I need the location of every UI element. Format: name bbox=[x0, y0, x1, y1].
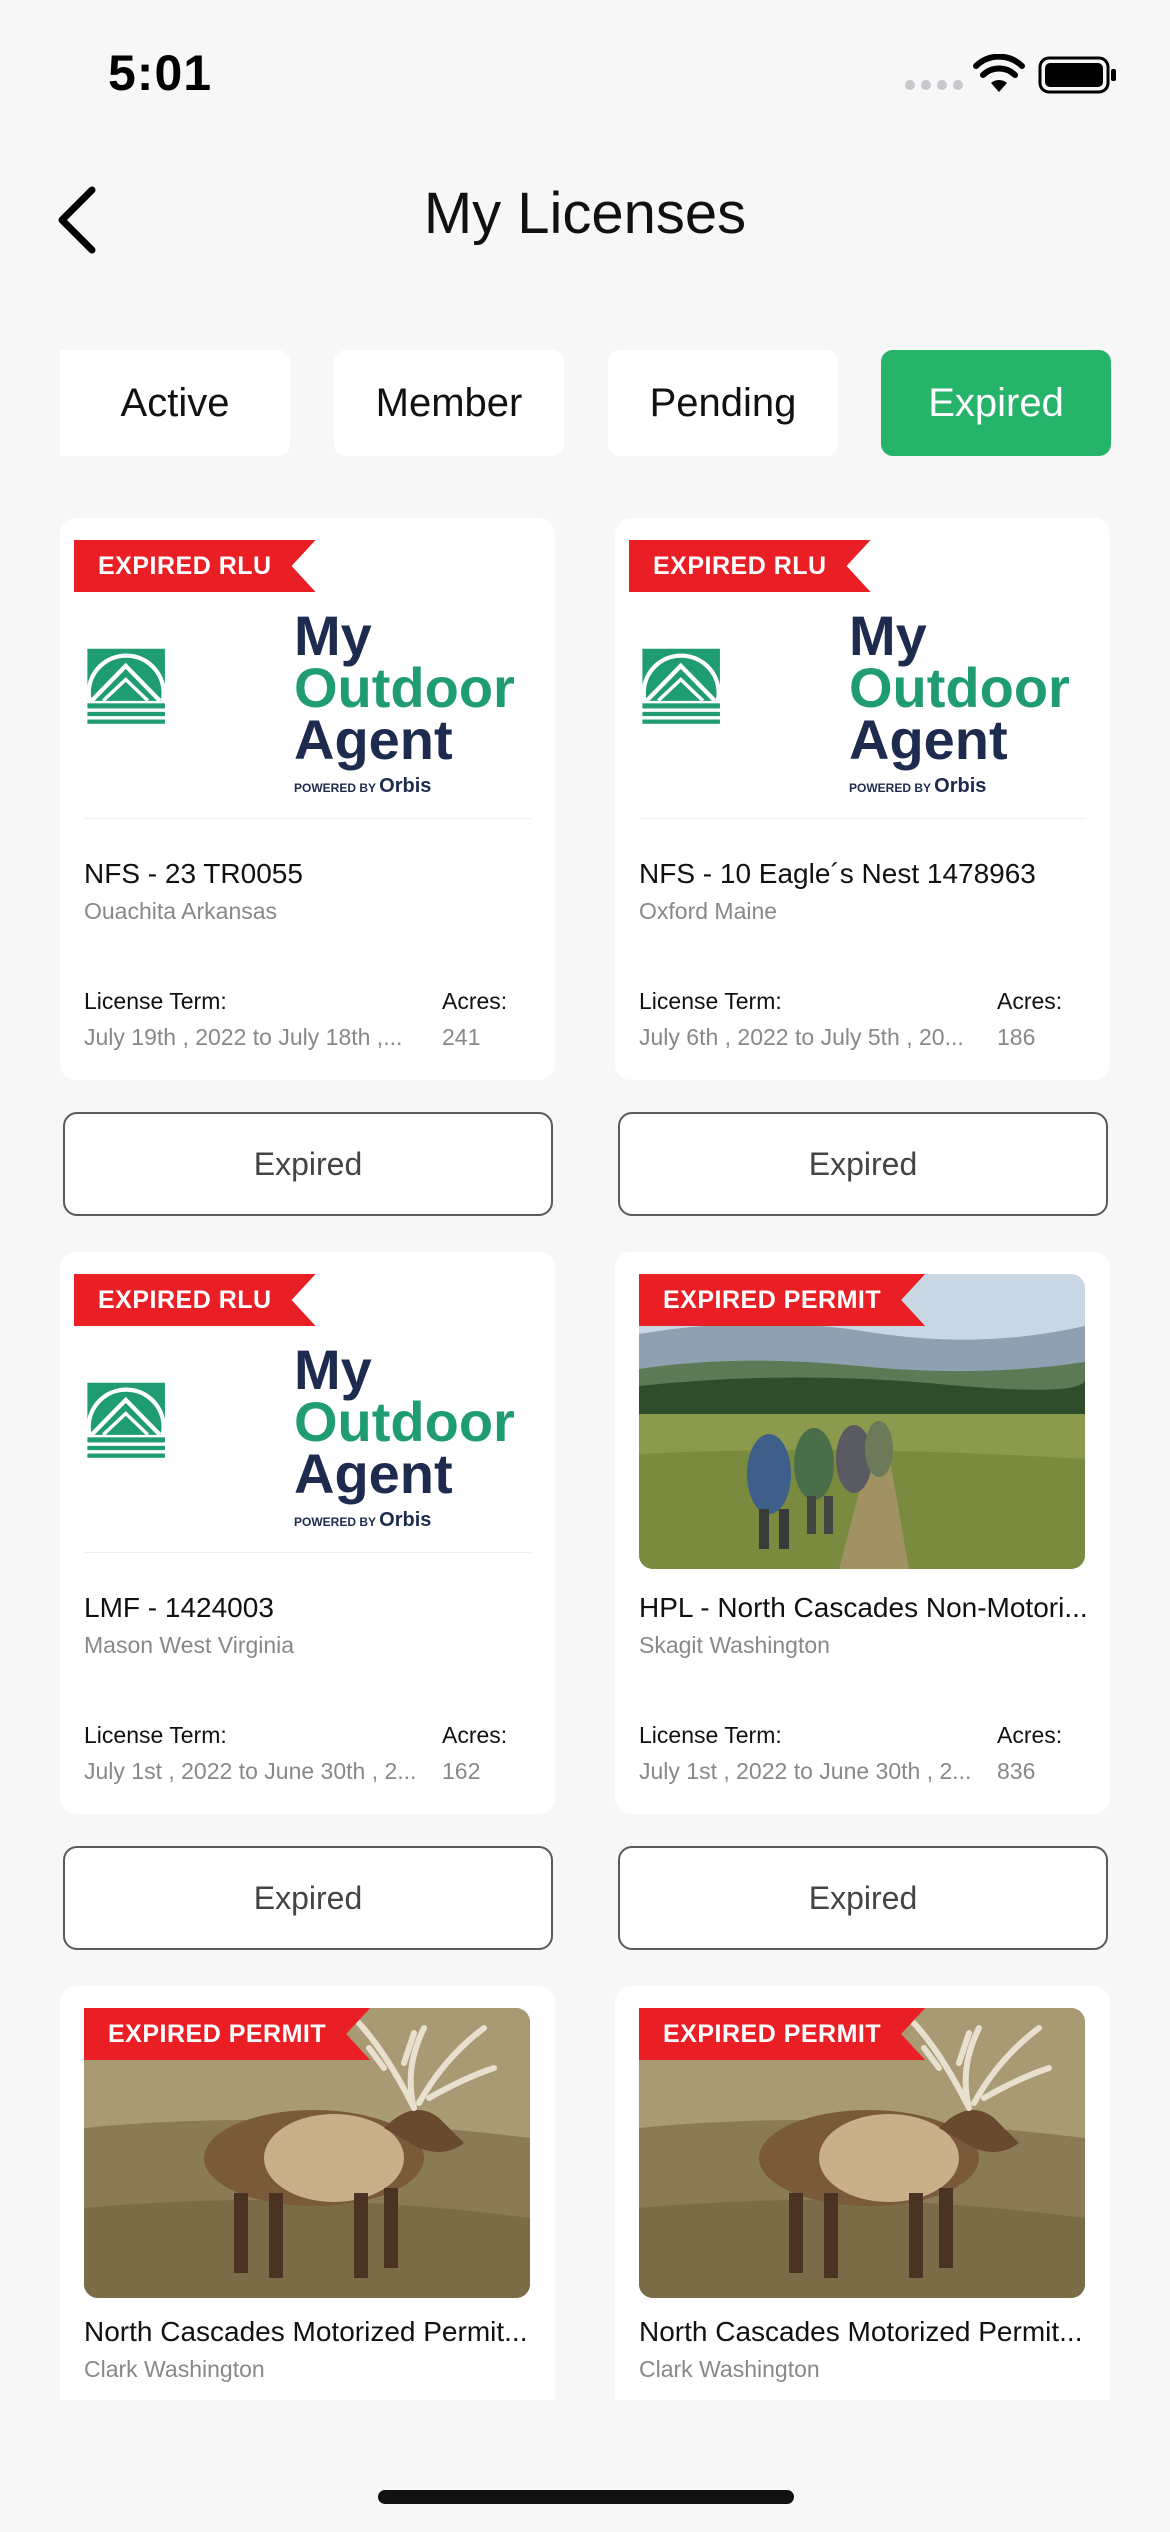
license-term-label: License Term: bbox=[639, 1722, 782, 1748]
expired-ribbon: EXPIRED RLU bbox=[74, 540, 316, 592]
license-term-label: License Term: bbox=[84, 988, 227, 1014]
license-card[interactable]: EXPIRED PERMIT North Cascades Motorized … bbox=[615, 1986, 1110, 2400]
license-card[interactable]: My Outdoor Agent POWERED BY Orbis EXPIRE… bbox=[615, 518, 1110, 1080]
tab-pending[interactable]: Pending bbox=[608, 350, 838, 456]
logo-text-outdoor: Outdoor bbox=[294, 1390, 515, 1453]
logo-text-my: My bbox=[294, 604, 372, 667]
card-location: Clark Washington bbox=[84, 2356, 265, 2382]
acres-value: 186 bbox=[997, 1024, 1036, 1050]
divider bbox=[639, 818, 1086, 819]
card-title: North Cascades Motorized Permit... bbox=[84, 2316, 528, 2347]
logo-powered-by: POWERED BY bbox=[294, 1515, 376, 1529]
logo-brand: Orbis bbox=[379, 1509, 432, 1531]
acres-label: Acres: bbox=[997, 988, 1063, 1014]
navigation-header: My Licenses bbox=[0, 150, 1170, 280]
expired-status-button[interactable]: Expired bbox=[63, 1846, 553, 1950]
expired-status-button[interactable]: Expired bbox=[618, 1112, 1108, 1216]
card-location: Mason West Virginia bbox=[84, 1632, 295, 1658]
expired-ribbon: EXPIRED PERMIT bbox=[639, 1274, 925, 1326]
license-card[interactable]: EXPIRED PERMIT HPL - North Cascades Non-… bbox=[615, 1252, 1110, 1814]
acres-label: Acres: bbox=[442, 1722, 508, 1748]
card-location: Ouachita Arkansas bbox=[84, 898, 278, 924]
acres-value: 241 bbox=[442, 1024, 481, 1050]
card-title: HPL - North Cascades Non-Motori... bbox=[639, 1592, 1088, 1623]
license-term-label: License Term: bbox=[84, 1722, 227, 1748]
divider bbox=[84, 1552, 531, 1553]
license-card[interactable]: My Outdoor Agent POWERED BY Orbis EXPIRE… bbox=[60, 1252, 555, 1814]
logo-text-agent: Agent bbox=[294, 1442, 453, 1505]
card-title: LMF - 1424003 bbox=[84, 1592, 274, 1623]
license-card[interactable]: EXPIRED PERMIT North Cascades Motorized … bbox=[60, 1986, 555, 2400]
card-location: Oxford Maine bbox=[639, 898, 778, 924]
logo-text-my: My bbox=[849, 604, 927, 667]
expired-status-button[interactable]: Expired bbox=[63, 1112, 553, 1216]
tab-active[interactable]: Active bbox=[60, 350, 290, 456]
card-location: Skagit Washington bbox=[639, 1632, 830, 1658]
acres-label: Acres: bbox=[442, 988, 508, 1014]
license-term-value: July 1st , 2022 to June 30th , 2... bbox=[84, 1758, 417, 1784]
license-term-value: July 19th , 2022 to July 18th ,... bbox=[84, 1024, 403, 1050]
card-title: NFS - 10 Eagle´s Nest 1478963 bbox=[639, 858, 1036, 889]
status-tabs: Active Member Pending Expired bbox=[60, 350, 1111, 456]
card-title: North Cascades Motorized Permit... bbox=[639, 2316, 1083, 2347]
logo-text-agent: Agent bbox=[294, 708, 453, 771]
license-term-label: License Term: bbox=[639, 988, 782, 1014]
expired-ribbon: EXPIRED RLU bbox=[629, 540, 871, 592]
license-term-value: July 6th , 2022 to July 5th , 20... bbox=[639, 1024, 964, 1050]
acres-value: 836 bbox=[997, 1758, 1036, 1784]
card-location: Clark Washington bbox=[639, 2356, 820, 2382]
cellular-signal-icon bbox=[905, 80, 963, 90]
expired-ribbon: EXPIRED PERMIT bbox=[84, 2008, 370, 2060]
logo-text-outdoor: Outdoor bbox=[849, 656, 1070, 719]
acres-value: 162 bbox=[442, 1758, 481, 1784]
expired-ribbon: EXPIRED RLU bbox=[74, 1274, 316, 1326]
battery-icon bbox=[1038, 56, 1116, 94]
expired-status-button[interactable]: Expired bbox=[618, 1846, 1108, 1950]
status-time: 5:01 bbox=[108, 45, 213, 101]
logo-text-my: My bbox=[294, 1338, 372, 1401]
acres-label: Acres: bbox=[997, 1722, 1063, 1748]
logo-text-outdoor: Outdoor bbox=[294, 656, 515, 719]
logo-brand: Orbis bbox=[934, 775, 987, 797]
card-title: NFS - 23 TR0055 bbox=[84, 858, 303, 889]
license-term-value: July 1st , 2022 to June 30th , 2... bbox=[639, 1758, 972, 1784]
divider bbox=[84, 818, 531, 819]
wifi-icon bbox=[973, 54, 1025, 92]
logo-brand: Orbis bbox=[379, 775, 432, 797]
tab-expired[interactable]: Expired bbox=[881, 350, 1111, 456]
license-card[interactable]: My Outdoor Agent POWERED BY Orbis EXPIRE… bbox=[60, 518, 555, 1080]
home-indicator[interactable] bbox=[378, 2490, 794, 2504]
page-title: My Licenses bbox=[423, 181, 747, 246]
tab-member[interactable]: Member bbox=[334, 350, 564, 456]
logo-powered-by: POWERED BY bbox=[849, 781, 931, 795]
logo-powered-by: POWERED BY bbox=[294, 781, 376, 795]
expired-ribbon: EXPIRED PERMIT bbox=[639, 2008, 925, 2060]
logo-text-agent: Agent bbox=[849, 708, 1008, 771]
status-bar: 5:01 bbox=[0, 0, 1170, 140]
